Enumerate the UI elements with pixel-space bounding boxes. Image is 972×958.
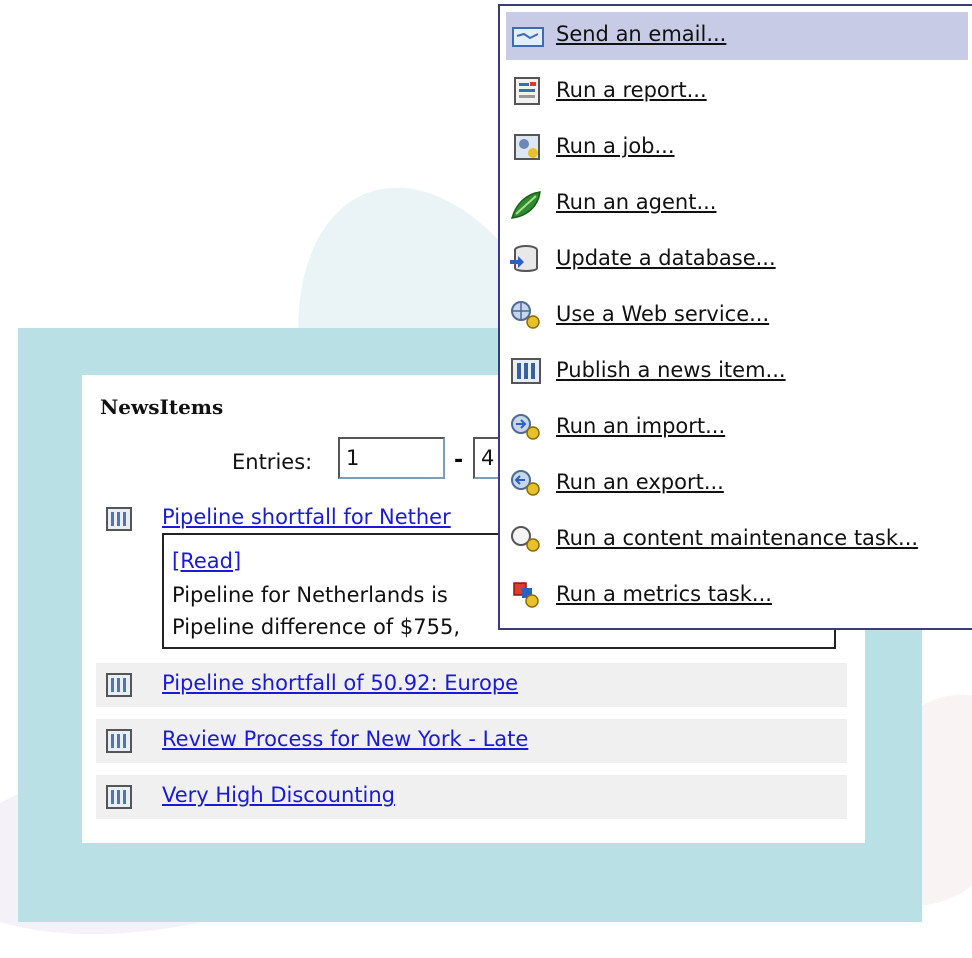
import-icon [511, 414, 540, 440]
news-item-link[interactable]: Review Process for New York - Late [162, 727, 528, 751]
menu-item-label: Run an import... [556, 414, 726, 438]
menu-item-web-service[interactable]: Use a Web service... [506, 292, 968, 340]
entries-separator: - [454, 448, 464, 473]
menu-item-label: Send an email... [556, 22, 727, 46]
menu-item-run-import[interactable]: Run an import... [506, 404, 968, 452]
detail-text-line: Pipeline difference of $755, [172, 615, 460, 639]
news-item-icon [106, 673, 132, 697]
menu-item-publish-news[interactable]: Publish a news item... [506, 348, 968, 396]
detail-text-line: Pipeline for Netherlands is [172, 583, 448, 607]
menu-item-label: Run a job... [556, 134, 675, 158]
maintenance-icon [511, 526, 540, 552]
menu-item-content-maintenance[interactable]: Run a content maintenance task... [506, 516, 968, 564]
menu-item-run-job[interactable]: Run a job... [506, 124, 968, 172]
export-icon [511, 470, 540, 496]
entries-from-input[interactable] [338, 437, 445, 479]
menu-item-metrics-task[interactable]: Run a metrics task... [506, 572, 968, 620]
menu-item-label: Update a database... [556, 246, 776, 270]
menu-item-label: Use a Web service... [556, 302, 770, 326]
web-service-icon [511, 301, 540, 329]
news-item-icon [106, 729, 132, 753]
news-items-title: NewsItems [100, 395, 224, 419]
menu-item-label: Run a metrics task... [556, 582, 772, 606]
read-link[interactable]: [Read] [172, 549, 241, 573]
menu-item-label: Publish a news item... [556, 358, 786, 382]
menu-item-run-export[interactable]: Run an export... [506, 460, 968, 508]
metrics-icon [513, 582, 539, 608]
news-item-link[interactable]: Very High Discounting [162, 783, 395, 807]
news-item-icon [106, 507, 132, 531]
news-item-icon [511, 358, 541, 384]
entries-label: Entries: [232, 450, 313, 474]
menu-item-label: Run a report... [556, 78, 707, 102]
menu-item-label: Run an export... [556, 470, 724, 494]
report-icon [514, 77, 540, 105]
database-icon [510, 245, 538, 272]
agent-icon [510, 191, 541, 219]
email-icon [512, 27, 544, 47]
menu-item-update-database[interactable]: Update a database... [506, 236, 968, 284]
menu-item-label: Run a content maintenance task... [556, 526, 919, 550]
job-icon [514, 134, 540, 160]
news-item-icon [106, 785, 132, 809]
menu-item-run-agent[interactable]: Run an agent... [506, 180, 968, 228]
news-item-link[interactable]: Pipeline shortfall for Nether [162, 505, 451, 529]
news-item-link[interactable]: Pipeline shortfall of 50.92: Europe [162, 671, 518, 695]
menu-item-run-report[interactable]: Run a report... [506, 68, 968, 116]
menu-item-send-email[interactable]: Send an email... [506, 12, 968, 60]
menu-item-label: Run an agent... [556, 190, 717, 214]
